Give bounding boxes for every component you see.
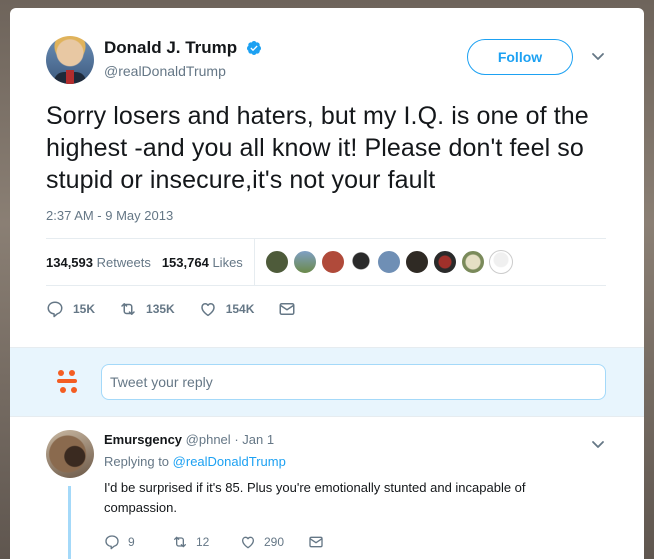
like-action[interactable]: 290 xyxy=(240,534,288,550)
likes-stat[interactable]: 153,764 Likes xyxy=(162,255,243,270)
chevron-down-icon[interactable] xyxy=(590,48,606,64)
tweet-stats: 134,593 Retweets 153,764 Likes xyxy=(46,239,606,285)
liker-avatar[interactable] xyxy=(376,250,401,274)
reply-count: 15K xyxy=(73,302,96,316)
tweet-actions: 15K 135K 154K xyxy=(46,298,320,320)
reply-author-avatar[interactable] xyxy=(46,430,94,478)
thread-line xyxy=(68,486,71,559)
tweet-timestamp[interactable]: 2:37 AM - 9 May 2013 xyxy=(46,208,173,223)
reply-count: 9 xyxy=(128,535,135,549)
author-avatar[interactable] xyxy=(46,36,94,84)
liker-avatar[interactable] xyxy=(292,250,317,274)
like-action[interactable]: 154K xyxy=(199,300,255,318)
chevron-down-icon[interactable] xyxy=(590,436,606,452)
reply-composer: Tweet your reply xyxy=(10,347,644,417)
heart-icon xyxy=(200,303,215,317)
default-user-avatar-icon xyxy=(57,370,77,393)
tweet-header: Donald J. Trump @realDonaldTrump Follow xyxy=(46,36,620,92)
reply-action[interactable]: 15K xyxy=(46,300,95,318)
retweets-stat[interactable]: 134,593 Retweets xyxy=(46,255,151,270)
replying-to-link[interactable]: @realDonaldTrump xyxy=(173,454,286,469)
reply-icon xyxy=(105,535,119,550)
retweet-action[interactable]: 12 xyxy=(172,534,220,550)
reply-actions: 9 12 290 xyxy=(104,534,344,550)
message-action[interactable] xyxy=(278,300,296,318)
retweet-icon xyxy=(121,303,135,315)
liker-avatar[interactable] xyxy=(404,250,429,274)
retweet-count: 12 xyxy=(196,535,210,549)
author-name-block[interactable]: Donald J. Trump @realDonaldTrump xyxy=(104,38,262,79)
reply-action[interactable]: 9 xyxy=(104,534,152,550)
reply-text: I'd be surprised if it's 85. Plus you're… xyxy=(104,480,526,515)
retweets-label: Retweets xyxy=(96,254,151,270)
tweet-text: Sorry losers and haters, but my I.Q. is … xyxy=(46,102,589,194)
liker-avatar[interactable] xyxy=(264,250,289,274)
reply-date[interactable]: · Jan 1 xyxy=(234,432,274,447)
author-display-name[interactable]: Donald J. Trump xyxy=(104,38,237,58)
likes-label: Likes xyxy=(212,254,243,270)
liker-avatar[interactable] xyxy=(348,250,373,274)
retweet-action[interactable]: 135K xyxy=(119,300,175,318)
reply-tweet[interactable]: Emursgency @phnel · Jan 1 Replying to @r… xyxy=(46,426,606,559)
message-action[interactable] xyxy=(308,534,324,550)
reply-input[interactable]: Tweet your reply xyxy=(101,364,606,400)
follow-button[interactable]: Follow xyxy=(467,39,573,75)
reply-author-name[interactable]: Emursgency xyxy=(104,432,182,447)
verified-badge-icon xyxy=(246,41,261,55)
divider xyxy=(46,285,606,286)
stats-separator xyxy=(253,239,255,285)
envelope-icon xyxy=(309,536,323,548)
reply-header: Emursgency @phnel · Jan 1 xyxy=(104,432,274,447)
liker-avatars xyxy=(264,250,517,274)
retweet-count: 135K xyxy=(146,302,175,316)
liker-avatar[interactable] xyxy=(460,250,485,274)
like-count: 290 xyxy=(264,535,285,549)
tweet-card: Donald J. Trump @realDonaldTrump Follow … xyxy=(10,8,644,559)
author-handle[interactable]: @realDonaldTrump xyxy=(104,63,262,79)
reply-icon xyxy=(47,301,63,318)
avatar-tie xyxy=(66,70,74,84)
likes-count: 153,764 xyxy=(161,254,209,270)
liker-avatar[interactable] xyxy=(488,250,513,274)
like-count: 154K xyxy=(225,302,255,316)
replying-to: Replying to @realDonaldTrump xyxy=(104,454,286,469)
heart-icon xyxy=(242,536,254,549)
liker-avatar[interactable] xyxy=(320,250,345,274)
retweets-count: 134,593 xyxy=(46,254,93,270)
liker-avatar[interactable] xyxy=(432,250,457,274)
retweet-icon xyxy=(174,536,186,548)
envelope-icon xyxy=(279,303,295,315)
reply-author-handle[interactable]: @phnel xyxy=(186,432,231,447)
replying-to-prefix: Replying to xyxy=(104,454,170,469)
